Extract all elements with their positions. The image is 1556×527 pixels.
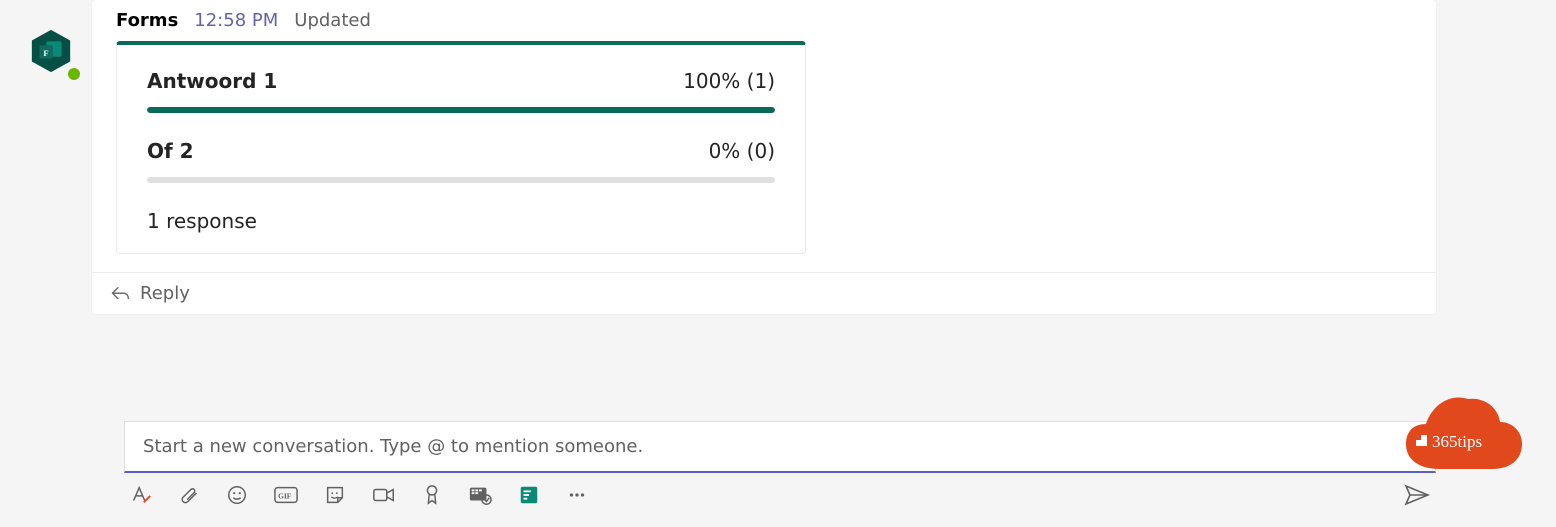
format-icon[interactable] — [130, 484, 152, 506]
poll-option-label: Antwoord 1 — [147, 69, 277, 93]
poll-option[interactable]: Of 2 0% (0) — [147, 139, 775, 163]
poll-option-value: 0% (0) — [709, 139, 775, 163]
message-row: F Forms 12:58 PM Updated Antwoord 1 100%… — [28, 0, 1436, 314]
poll-bar-fill — [147, 107, 775, 113]
more-options-icon[interactable] — [566, 484, 588, 506]
sticker-icon[interactable] — [324, 484, 346, 506]
message-time: 12:58 PM — [194, 10, 278, 31]
poll-card: Antwoord 1 100% (1) Of 2 0% (0) 1 respon… — [116, 41, 806, 254]
svg-text:F: F — [43, 48, 48, 58]
forms-avatar: F — [28, 28, 78, 78]
meet-now-icon[interactable] — [372, 484, 396, 506]
gif-icon[interactable]: GIF — [274, 484, 298, 506]
reply-label: Reply — [140, 283, 190, 304]
poll-option-label: Of 2 — [147, 139, 194, 163]
new-conversation-input[interactable] — [124, 421, 1436, 473]
poll-option-value: 100% (1) — [683, 69, 775, 93]
emoji-icon[interactable] — [226, 484, 248, 506]
poll-option[interactable]: Antwoord 1 100% (1) — [147, 69, 775, 93]
approvals-icon[interactable] — [468, 484, 492, 506]
message-status: Updated — [294, 10, 371, 31]
composer: GIF — [124, 421, 1436, 507]
send-button[interactable] — [1404, 483, 1430, 507]
poll-bar — [147, 107, 775, 113]
reply-button[interactable]: Reply — [92, 272, 1436, 314]
app-name[interactable]: Forms — [116, 10, 178, 31]
brand-badge: 365tips — [1396, 389, 1526, 467]
composer-toolbar: GIF — [124, 473, 1436, 507]
svg-text:GIF: GIF — [278, 492, 292, 501]
reply-arrow-icon — [110, 284, 130, 304]
poll-responses[interactable]: 1 response — [147, 209, 775, 233]
poll-bar — [147, 177, 775, 183]
message-card: Forms 12:58 PM Updated Antwoord 1 100% (… — [92, 0, 1436, 314]
forms-app-icon[interactable] — [518, 484, 540, 506]
forms-hexagon-icon: F — [28, 28, 74, 74]
brand-text: 365tips — [1432, 432, 1482, 451]
message-header: Forms 12:58 PM Updated — [92, 0, 1436, 41]
attach-icon[interactable] — [178, 484, 200, 506]
praise-icon[interactable] — [422, 484, 442, 506]
presence-available-icon — [66, 66, 82, 82]
